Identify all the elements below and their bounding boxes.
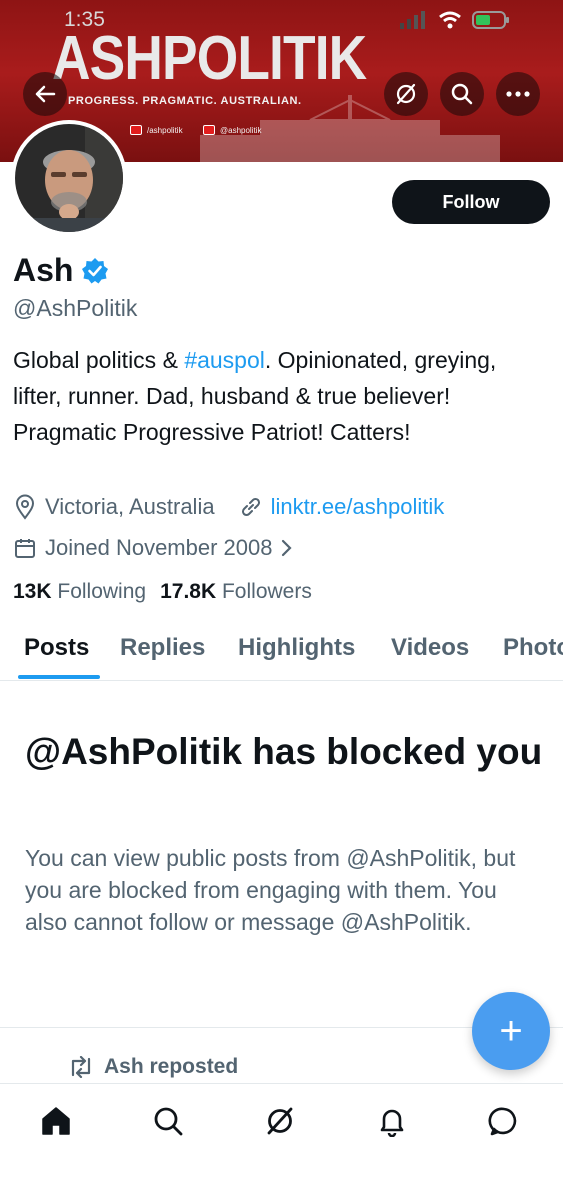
banner-youtube: /ashpolitik bbox=[130, 125, 183, 135]
profile-bio: Global politics & #auspol. Opinionated, … bbox=[13, 342, 548, 450]
repost-indicator: Ash reposted bbox=[68, 1055, 238, 1079]
following-count: 13K bbox=[13, 580, 52, 603]
nav-notifications[interactable] bbox=[375, 1104, 409, 1138]
profile-name: Ash bbox=[13, 252, 74, 288]
cellular-signal-icon bbox=[400, 11, 425, 29]
location-pin-icon bbox=[15, 494, 35, 520]
profile-location: Victoria, Australia bbox=[45, 494, 215, 519]
tab-replies[interactable]: Replies bbox=[120, 634, 205, 662]
search-button[interactable] bbox=[440, 72, 484, 116]
grok-icon bbox=[396, 83, 416, 105]
profile-tabs: Posts Replies Highlights Videos Photos bbox=[0, 620, 563, 681]
bio-hashtag-link[interactable]: #auspol bbox=[184, 347, 265, 373]
bell-icon bbox=[380, 1109, 404, 1137]
nav-explore[interactable] bbox=[151, 1104, 185, 1138]
search-icon bbox=[451, 83, 473, 105]
repost-label: Ash reposted bbox=[104, 1055, 239, 1078]
back-button[interactable] bbox=[23, 72, 67, 116]
nav-home[interactable] bbox=[39, 1104, 73, 1138]
profile-joined-date: Joined November 2008 bbox=[45, 535, 273, 560]
plus-icon: + bbox=[499, 1008, 523, 1053]
followers-count: 17.8K bbox=[160, 580, 217, 603]
grok-icon bbox=[267, 1107, 293, 1135]
nav-grok[interactable] bbox=[263, 1104, 297, 1138]
repost-icon bbox=[71, 1056, 91, 1078]
more-icon bbox=[506, 91, 530, 97]
follow-counts: 13K Following 17.8K Followers bbox=[13, 580, 312, 604]
instagram-icon bbox=[203, 125, 215, 135]
tab-highlights[interactable]: Highlights bbox=[238, 634, 355, 662]
profile-joined-row[interactable]: Joined November 2008 bbox=[13, 535, 294, 561]
battery-icon bbox=[472, 11, 509, 29]
banner-instagram: @ashpolitik bbox=[203, 125, 261, 135]
banner-tagline: PROGRESS. PRAGMATIC. AUSTRALIAN. bbox=[68, 95, 302, 107]
followers-link[interactable]: 17.8K Followers bbox=[160, 580, 312, 604]
more-button[interactable] bbox=[496, 72, 540, 116]
blocked-notice-title: @AshPolitik has blocked you bbox=[25, 731, 543, 772]
wifi-icon bbox=[439, 11, 461, 29]
link-icon bbox=[241, 497, 260, 517]
search-icon bbox=[154, 1107, 183, 1136]
instagram-handle: @ashpolitik bbox=[220, 125, 262, 135]
followers-label: Followers bbox=[221, 580, 312, 603]
tab-photos[interactable]: Photos bbox=[503, 634, 563, 662]
chevron-right-icon bbox=[282, 539, 293, 557]
profile-avatar[interactable] bbox=[11, 120, 127, 236]
profile-handle: @AshPolitik bbox=[13, 295, 138, 321]
message-icon bbox=[488, 1107, 517, 1136]
back-arrow-icon bbox=[35, 85, 56, 103]
profile-website-link[interactable]: linktr.ee/ashpolitik bbox=[271, 494, 445, 520]
avatar-photo bbox=[15, 124, 123, 232]
compose-post-button[interactable]: + bbox=[472, 992, 550, 1070]
nav-messages[interactable] bbox=[487, 1104, 521, 1138]
youtube-handle: /ashpolitik bbox=[147, 125, 183, 135]
profile-name-row: Ash bbox=[13, 252, 109, 289]
youtube-icon bbox=[130, 125, 142, 135]
follow-button[interactable]: Follow bbox=[392, 180, 550, 224]
following-label: Following bbox=[57, 580, 147, 603]
home-icon bbox=[42, 1107, 70, 1135]
bottom-navigation bbox=[0, 1083, 563, 1201]
blocked-notice-description: You can view public posts from @AshPolit… bbox=[25, 845, 516, 935]
status-bar-icons bbox=[400, 11, 510, 29]
tab-videos[interactable]: Videos bbox=[391, 634, 469, 662]
active-tab-indicator bbox=[18, 675, 100, 679]
banner-title: ASHPOLITIK bbox=[52, 24, 367, 93]
verified-badge-icon[interactable] bbox=[81, 257, 109, 285]
following-link[interactable]: 13K Following bbox=[13, 580, 146, 604]
tab-posts[interactable]: Posts bbox=[24, 634, 89, 662]
bio-text-start: Global politics & bbox=[13, 347, 185, 373]
calendar-icon bbox=[15, 539, 35, 558]
profile-meta-row: Victoria, Australia linktr.ee/ashpolitik bbox=[13, 494, 444, 520]
grok-button[interactable] bbox=[384, 72, 428, 116]
